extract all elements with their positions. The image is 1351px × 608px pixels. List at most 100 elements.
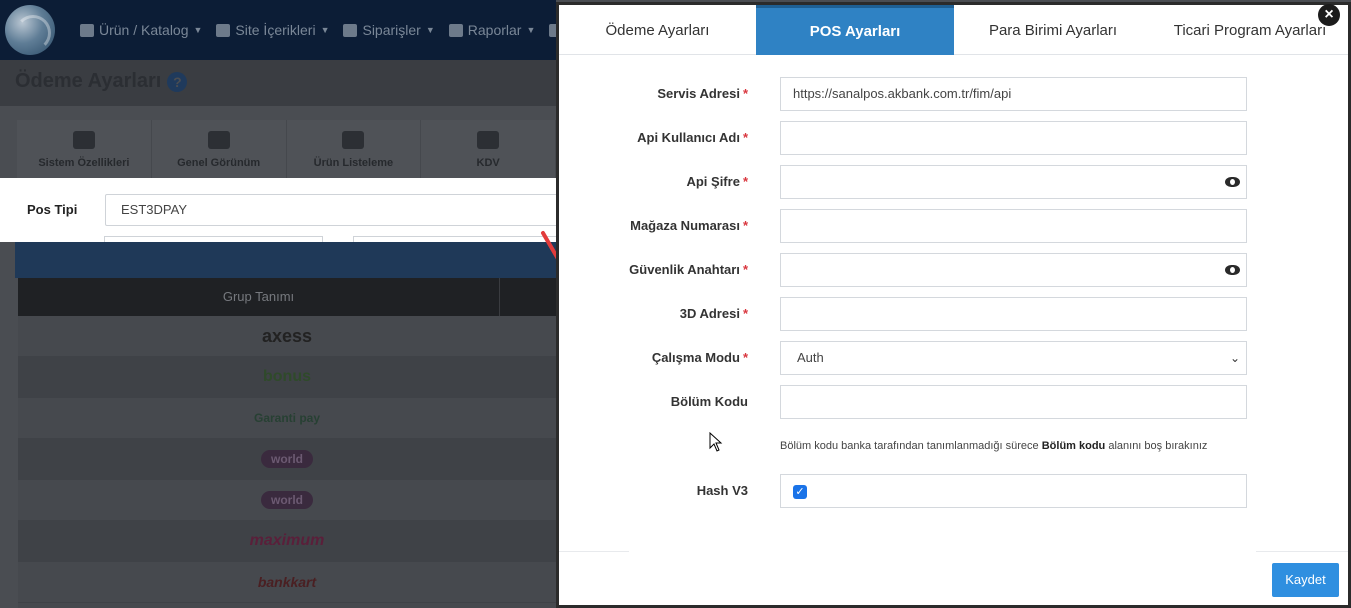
table-row[interactable]: world: [18, 480, 556, 521]
eye-icon[interactable]: [1225, 177, 1240, 187]
bank-logo-world: world: [261, 450, 313, 468]
table-row[interactable]: axess: [18, 316, 556, 357]
required-mark: *: [742, 86, 748, 101]
required-mark: *: [742, 218, 748, 233]
3d-adresi-input[interactable]: [780, 297, 1247, 331]
label-text: Güvenlik Anahtarı: [629, 262, 740, 277]
tool-urun-listeleme[interactable]: Ürün Listeleme: [287, 120, 422, 180]
caret-down-icon: ▼: [193, 25, 203, 35]
tool-genel-gorunum[interactable]: Genel Görünüm: [152, 120, 287, 180]
save-button[interactable]: Kaydet: [1272, 563, 1339, 597]
field-label: Api Kullanıcı Adı *: [637, 121, 748, 155]
label-text: Api Şifre: [686, 174, 740, 189]
kdv-icon: [477, 131, 500, 149]
tab-label: POS Ayarları: [809, 23, 901, 40]
pos-tipi-value: EST3DPAY: [121, 202, 187, 217]
section-band: [15, 242, 556, 278]
required-mark: *: [742, 174, 748, 189]
table-row[interactable]: bankkart: [18, 562, 556, 603]
nav-item-label: Raporlar: [467, 22, 522, 38]
tool-label: Ürün Listeleme: [313, 157, 394, 169]
bank-logo-garanti-pay: Garanti pay: [253, 411, 321, 425]
pos-settings-modal: Ödeme Ayarları POS Ayarları Para Birimi …: [556, 2, 1351, 608]
row-magaza-numarasi: Mağaza Numarası *: [559, 209, 1348, 243]
pos-sub-field[interactable]: [104, 236, 323, 242]
hash-v3-checkbox[interactable]: ✓: [793, 485, 807, 499]
label-text: Bölüm Kodu: [670, 394, 748, 409]
help-icon[interactable]: ?: [167, 71, 188, 92]
row-bolum-kodu: Bölüm Kodu: [559, 385, 1348, 419]
pos-tipi-strip: Pos Tipi EST3DPAY ⌄: [0, 178, 580, 242]
grid-header-grup-tanimi: Grup Tanımı: [18, 278, 500, 316]
pos-tipi-label: Pos Tipi: [27, 202, 78, 217]
field-label: 3D Adresi *: [680, 297, 748, 331]
cubes-icon: [80, 23, 94, 37]
required-mark: *: [742, 306, 748, 321]
bank-group-grid: Grup Tanımı axess bonus Garanti pay worl…: [18, 278, 556, 608]
bank-logo-bankkart: bankkart: [257, 574, 317, 590]
nav-item-label: Ürün / Katalog: [99, 22, 189, 38]
nav-item-siparisler[interactable]: Siparişler ▼: [343, 22, 435, 38]
row-hash-v3: Hash V3 ✓: [559, 474, 1348, 508]
nav-item-site-icerikleri[interactable]: Site İçerikleri ▼: [216, 22, 329, 38]
label-text: Servis Adresi: [657, 86, 740, 101]
pos-tipi-select[interactable]: EST3DPAY ⌄: [105, 194, 570, 226]
page-title: Ödeme Ayarları ?: [15, 70, 188, 93]
divider: [1256, 551, 1348, 552]
eye-icon[interactable]: [1225, 265, 1240, 275]
tab-pos-ayarlari[interactable]: POS Ayarları: [756, 5, 954, 55]
tab-label: Para Birimi Ayarları: [988, 21, 1118, 39]
chevron-down-icon: ⌄: [1229, 351, 1240, 365]
bank-logo-axess: axess: [261, 325, 313, 346]
field-label: Çalışma Modu *: [652, 341, 748, 375]
required-mark: *: [742, 350, 748, 365]
table-row[interactable]: bonus: [18, 357, 556, 398]
field-label: Hash V3: [697, 474, 748, 508]
list-icon: [342, 131, 365, 149]
row-calisma-modu: Çalışma Modu * Auth ⌄: [559, 341, 1348, 375]
nav-item-raporlar[interactable]: Raporlar ▼: [448, 22, 535, 38]
hint-text: Bölüm kodu banka tarafından tanımlanmadı…: [780, 440, 1042, 452]
bolum-kodu-input[interactable]: [780, 385, 1247, 419]
logo-globe-icon[interactable]: [5, 5, 55, 55]
tab-label: Ticari Program Ayarları: [1173, 21, 1327, 39]
divider: [559, 551, 629, 552]
magaza-numarasi-input[interactable]: [780, 209, 1247, 243]
pos-sub-field[interactable]: [353, 236, 571, 242]
calisma-modu-select[interactable]: Auth ⌄: [780, 341, 1247, 375]
table-row[interactable]: Garanti pay: [18, 398, 556, 439]
table-row[interactable]: world: [18, 439, 556, 480]
label-text: 3D Adresi: [679, 306, 740, 321]
api-kullanici-adi-input[interactable]: [780, 121, 1247, 155]
bank-logo-bonus: bonus: [263, 368, 311, 385]
monitor-icon: [207, 131, 230, 149]
top-navbar: Ürün / Katalog ▼ Site İçerikleri ▼ Sipar…: [0, 0, 586, 60]
servis-adresi-input[interactable]: https://sanalpos.akbank.com.tr/fim/api: [780, 77, 1247, 111]
tool-label: KDV: [476, 157, 500, 169]
row-servis-adresi: Servis Adresi * https://sanalpos.akbank.c…: [559, 77, 1348, 111]
hands-icon: [343, 23, 358, 37]
api-sifre-input[interactable]: [780, 165, 1247, 199]
tab-label: Ödeme Ayarları: [605, 21, 710, 39]
required-mark: *: [742, 130, 748, 145]
row-api-kullanici-adi: Api Kullanıcı Adı *: [559, 121, 1348, 155]
field-label: Bölüm Kodu: [671, 385, 748, 419]
bank-logo-maximum: maximum: [249, 532, 325, 549]
tool-label: Sistem Özellikleri: [38, 157, 130, 169]
nav-item-label: Siparişler: [362, 22, 421, 38]
nav-item-label: Site İçerikleri: [235, 22, 316, 38]
table-row[interactable]: maximum: [18, 521, 556, 562]
tool-kdv[interactable]: KDV: [421, 120, 556, 180]
close-icon[interactable]: ×: [1318, 4, 1340, 26]
guvenlik-anahtari-input[interactable]: [780, 253, 1247, 287]
tool-sistem-ozellikleri[interactable]: Sistem Özellikleri: [17, 120, 152, 180]
tab-para-birimi-ayarlari[interactable]: Para Birimi Ayarları: [954, 5, 1152, 55]
label-text: Mağaza Numarası: [630, 218, 740, 233]
field-label: Güvenlik Anahtarı *: [629, 253, 748, 287]
field-label: Api Şifre *: [686, 165, 748, 199]
modal-tabs: Ödeme Ayarları POS Ayarları Para Birimi …: [559, 5, 1348, 55]
required-mark: *: [742, 262, 748, 277]
nav-item-urun-katalog[interactable]: Ürün / Katalog ▼: [80, 22, 202, 38]
label-text: Hash V3: [696, 483, 748, 498]
tab-odeme-ayarlari[interactable]: Ödeme Ayarları: [559, 5, 756, 55]
